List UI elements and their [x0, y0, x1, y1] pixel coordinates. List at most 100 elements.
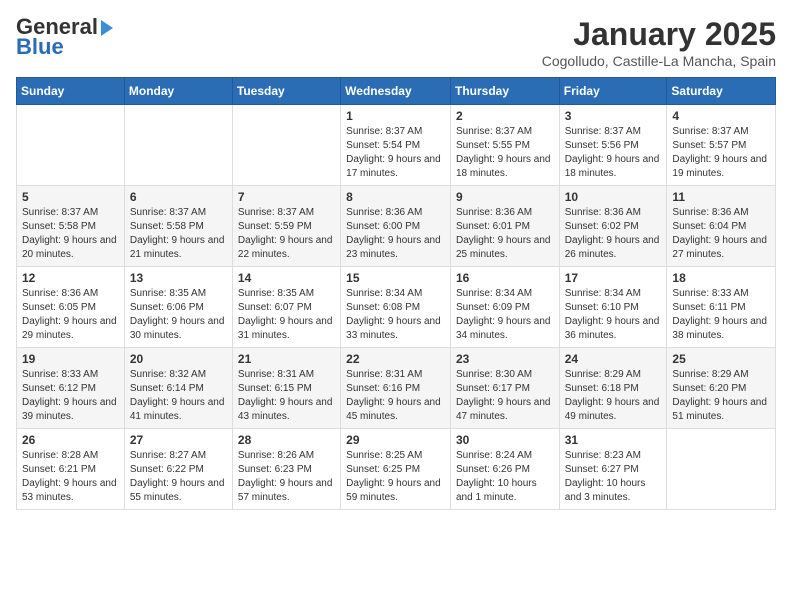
sunrise-label: Sunrise: 8:35 AM: [130, 288, 206, 299]
day-number: 12: [22, 271, 119, 285]
sunrise-label: Sunrise: 8:24 AM: [456, 450, 532, 461]
daylight-label: Daylight: 9 hours and 34 minutes.: [456, 316, 551, 341]
calendar-day-cell: 7 Sunrise: 8:37 AM Sunset: 5:59 PM Dayli…: [232, 186, 340, 267]
calendar-day-cell: 2 Sunrise: 8:37 AM Sunset: 5:55 PM Dayli…: [450, 105, 559, 186]
day-info: Sunrise: 8:23 AM Sunset: 6:27 PM Dayligh…: [565, 449, 662, 505]
calendar-day-cell: 26 Sunrise: 8:28 AM Sunset: 6:21 PM Dayl…: [17, 429, 125, 510]
calendar-day-cell: 18 Sunrise: 8:33 AM Sunset: 6:11 PM Dayl…: [667, 267, 776, 348]
day-number: 31: [565, 433, 662, 447]
calendar-day-cell: 14 Sunrise: 8:35 AM Sunset: 6:07 PM Dayl…: [232, 267, 340, 348]
page-title: January 2025: [542, 16, 776, 53]
calendar-day-cell: 13 Sunrise: 8:35 AM Sunset: 6:06 PM Dayl…: [124, 267, 232, 348]
day-info: Sunrise: 8:37 AM Sunset: 5:58 PM Dayligh…: [22, 206, 119, 262]
calendar-day-cell: 30 Sunrise: 8:24 AM Sunset: 6:26 PM Dayl…: [450, 429, 559, 510]
sunrise-label: Sunrise: 8:30 AM: [456, 369, 532, 380]
sunrise-label: Sunrise: 8:36 AM: [346, 207, 422, 218]
day-info: Sunrise: 8:24 AM Sunset: 6:26 PM Dayligh…: [456, 449, 554, 505]
sunset-label: Sunset: 6:17 PM: [456, 383, 530, 394]
day-number: 11: [672, 190, 770, 204]
calendar-week-row: 5 Sunrise: 8:37 AM Sunset: 5:58 PM Dayli…: [17, 186, 776, 267]
day-number: 3: [565, 109, 662, 123]
sunset-label: Sunset: 6:14 PM: [130, 383, 204, 394]
calendar-day-cell: 12 Sunrise: 8:36 AM Sunset: 6:05 PM Dayl…: [17, 267, 125, 348]
daylight-label: Daylight: 9 hours and 29 minutes.: [22, 316, 117, 341]
sunrise-label: Sunrise: 8:37 AM: [672, 126, 748, 137]
day-info: Sunrise: 8:37 AM Sunset: 5:57 PM Dayligh…: [672, 125, 770, 181]
day-info: Sunrise: 8:36 AM Sunset: 6:01 PM Dayligh…: [456, 206, 554, 262]
calendar-header-row: Sunday Monday Tuesday Wednesday Thursday…: [17, 78, 776, 105]
day-info: Sunrise: 8:32 AM Sunset: 6:14 PM Dayligh…: [130, 368, 227, 424]
sunset-label: Sunset: 6:01 PM: [456, 221, 530, 232]
sunset-label: Sunset: 6:18 PM: [565, 383, 639, 394]
day-number: 4: [672, 109, 770, 123]
day-number: 27: [130, 433, 227, 447]
sunrise-label: Sunrise: 8:26 AM: [238, 450, 314, 461]
calendar-day-cell: [667, 429, 776, 510]
sunset-label: Sunset: 6:25 PM: [346, 464, 420, 475]
calendar-day-cell: 1 Sunrise: 8:37 AM Sunset: 5:54 PM Dayli…: [341, 105, 451, 186]
daylight-label: Daylight: 9 hours and 18 minutes.: [565, 154, 660, 179]
day-info: Sunrise: 8:36 AM Sunset: 6:04 PM Dayligh…: [672, 206, 770, 262]
day-info: Sunrise: 8:29 AM Sunset: 6:20 PM Dayligh…: [672, 368, 770, 424]
calendar-day-cell: 19 Sunrise: 8:33 AM Sunset: 6:12 PM Dayl…: [17, 348, 125, 429]
calendar-day-cell: 10 Sunrise: 8:36 AM Sunset: 6:02 PM Dayl…: [559, 186, 667, 267]
day-number: 28: [238, 433, 335, 447]
calendar-week-row: 12 Sunrise: 8:36 AM Sunset: 6:05 PM Dayl…: [17, 267, 776, 348]
calendar-day-cell: 4 Sunrise: 8:37 AM Sunset: 5:57 PM Dayli…: [667, 105, 776, 186]
calendar-day-cell: 3 Sunrise: 8:37 AM Sunset: 5:56 PM Dayli…: [559, 105, 667, 186]
sunset-label: Sunset: 5:54 PM: [346, 140, 420, 151]
sunset-label: Sunset: 6:21 PM: [22, 464, 96, 475]
calendar-day-cell: 21 Sunrise: 8:31 AM Sunset: 6:15 PM Dayl…: [232, 348, 340, 429]
sunrise-label: Sunrise: 8:37 AM: [22, 207, 98, 218]
daylight-label: Daylight: 10 hours and 3 minutes.: [565, 478, 646, 503]
day-info: Sunrise: 8:33 AM Sunset: 6:11 PM Dayligh…: [672, 287, 770, 343]
logo: General Blue: [16, 16, 113, 58]
day-info: Sunrise: 8:37 AM Sunset: 5:55 PM Dayligh…: [456, 125, 554, 181]
sunset-label: Sunset: 6:08 PM: [346, 302, 420, 313]
calendar-day-cell: 6 Sunrise: 8:37 AM Sunset: 5:58 PM Dayli…: [124, 186, 232, 267]
sunset-label: Sunset: 5:58 PM: [22, 221, 96, 232]
daylight-label: Daylight: 9 hours and 36 minutes.: [565, 316, 660, 341]
day-number: 23: [456, 352, 554, 366]
sunrise-label: Sunrise: 8:29 AM: [672, 369, 748, 380]
calendar-day-cell: 9 Sunrise: 8:36 AM Sunset: 6:01 PM Dayli…: [450, 186, 559, 267]
daylight-label: Daylight: 9 hours and 47 minutes.: [456, 397, 551, 422]
day-number: 17: [565, 271, 662, 285]
sunrise-label: Sunrise: 8:37 AM: [346, 126, 422, 137]
sunset-label: Sunset: 6:22 PM: [130, 464, 204, 475]
sunrise-label: Sunrise: 8:36 AM: [672, 207, 748, 218]
daylight-label: Daylight: 9 hours and 39 minutes.: [22, 397, 117, 422]
daylight-label: Daylight: 9 hours and 38 minutes.: [672, 316, 767, 341]
daylight-label: Daylight: 9 hours and 22 minutes.: [238, 235, 333, 260]
day-info: Sunrise: 8:34 AM Sunset: 6:10 PM Dayligh…: [565, 287, 662, 343]
daylight-label: Daylight: 9 hours and 55 minutes.: [130, 478, 225, 503]
calendar-day-cell: 23 Sunrise: 8:30 AM Sunset: 6:17 PM Dayl…: [450, 348, 559, 429]
sunset-label: Sunset: 6:00 PM: [346, 221, 420, 232]
col-friday: Friday: [559, 78, 667, 105]
daylight-label: Daylight: 9 hours and 18 minutes.: [456, 154, 551, 179]
daylight-label: Daylight: 9 hours and 23 minutes.: [346, 235, 441, 260]
daylight-label: Daylight: 9 hours and 41 minutes.: [130, 397, 225, 422]
sunrise-label: Sunrise: 8:23 AM: [565, 450, 641, 461]
calendar-day-cell: 22 Sunrise: 8:31 AM Sunset: 6:16 PM Dayl…: [341, 348, 451, 429]
sunrise-label: Sunrise: 8:34 AM: [346, 288, 422, 299]
daylight-label: Daylight: 9 hours and 26 minutes.: [565, 235, 660, 260]
col-saturday: Saturday: [667, 78, 776, 105]
day-number: 22: [346, 352, 445, 366]
col-tuesday: Tuesday: [232, 78, 340, 105]
day-info: Sunrise: 8:31 AM Sunset: 6:16 PM Dayligh…: [346, 368, 445, 424]
day-number: 14: [238, 271, 335, 285]
day-info: Sunrise: 8:31 AM Sunset: 6:15 PM Dayligh…: [238, 368, 335, 424]
sunset-label: Sunset: 5:56 PM: [565, 140, 639, 151]
sunset-label: Sunset: 6:12 PM: [22, 383, 96, 394]
day-info: Sunrise: 8:37 AM Sunset: 5:56 PM Dayligh…: [565, 125, 662, 181]
sunset-label: Sunset: 6:15 PM: [238, 383, 312, 394]
day-number: 7: [238, 190, 335, 204]
day-info: Sunrise: 8:35 AM Sunset: 6:06 PM Dayligh…: [130, 287, 227, 343]
calendar-day-cell: 8 Sunrise: 8:36 AM Sunset: 6:00 PM Dayli…: [341, 186, 451, 267]
sunset-label: Sunset: 5:59 PM: [238, 221, 312, 232]
daylight-label: Daylight: 10 hours and 1 minute.: [456, 478, 537, 503]
daylight-label: Daylight: 9 hours and 31 minutes.: [238, 316, 333, 341]
day-info: Sunrise: 8:35 AM Sunset: 6:07 PM Dayligh…: [238, 287, 335, 343]
sunrise-label: Sunrise: 8:36 AM: [565, 207, 641, 218]
